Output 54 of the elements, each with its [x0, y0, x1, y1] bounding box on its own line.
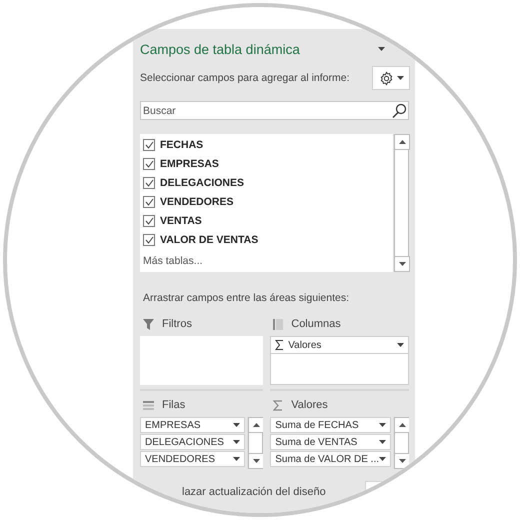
checkbox[interactable] [143, 158, 155, 170]
area-field-item[interactable]: Suma de VENTAS [270, 434, 391, 450]
field-label[interactable]: EMPRESAS [160, 158, 219, 170]
field-label[interactable]: DELEGACIONES [160, 176, 244, 188]
field-label[interactable]: VENDEDORES [160, 196, 234, 208]
scrollbar[interactable] [393, 134, 409, 272]
scroll-down-icon[interactable] [252, 459, 260, 463]
dropdown-caret-icon [397, 343, 404, 347]
search-icon [392, 103, 407, 118]
dropdown-caret-icon [233, 457, 240, 461]
scroll-up-icon[interactable] [252, 423, 260, 427]
panel-menu-caret-icon [378, 47, 385, 51]
area-field-item[interactable]: Suma de FECHAS [270, 417, 391, 433]
scrollbar[interactable] [247, 417, 264, 469]
scroll-up-icon[interactable] [398, 423, 406, 427]
area-field-item[interactable]: Suma de VALOR DE ... [270, 451, 391, 467]
checkbox[interactable] [143, 214, 155, 226]
settings-icon [378, 70, 394, 86]
settings-button[interactable] [372, 66, 410, 90]
area-field-item[interactable]: DELEGACIONES [140, 434, 246, 450]
dropdown-caret-icon [396, 76, 404, 80]
search-field[interactable]: Buscar [140, 101, 409, 120]
area-field-item[interactable]: Valores [271, 337, 408, 354]
rows-icon [143, 400, 154, 410]
area-title: Valores [291, 399, 328, 411]
dropdown-caret-icon [233, 423, 240, 427]
scroll-down-icon[interactable] [398, 459, 406, 463]
area-title: Filtros [162, 318, 192, 330]
scrollbar[interactable] [393, 417, 409, 469]
checkbox[interactable] [143, 196, 155, 208]
scroll-up-icon[interactable] [398, 140, 406, 144]
more-tables-link[interactable]: Más tablas... [143, 255, 203, 267]
drag-fields-label: Arrastrar campos entre las áreas siguientes: [143, 292, 350, 304]
funnel-icon [143, 318, 154, 330]
field-label[interactable]: VENTAS [160, 214, 202, 226]
scroll-down-icon[interactable] [398, 262, 406, 266]
area-title: Filas [162, 399, 186, 411]
defer-update-label: lazar actualización del diseño [182, 486, 326, 498]
area-title: Columnas [291, 318, 341, 330]
dropdown-caret-icon [379, 457, 386, 461]
field-label[interactable]: FECHAS [160, 138, 204, 150]
area-field-item[interactable]: VENDEDORES [140, 451, 246, 467]
choose-fields-label: Seleccionar campos para agregar al informe: [140, 72, 350, 84]
panel-title: Campos de tabla dinámica [140, 42, 300, 56]
dropdown-caret-icon [379, 423, 386, 427]
dropdown-caret-icon [233, 440, 240, 444]
checkbox[interactable] [143, 234, 155, 246]
area-field-item[interactable]: EMPRESAS [140, 417, 246, 433]
sigma-icon [273, 400, 284, 410]
checkbox[interactable] [143, 176, 155, 188]
checkbox[interactable] [143, 138, 155, 150]
columns-icon [273, 318, 284, 330]
field-label[interactable]: VALOR DE VENTAS [160, 234, 258, 246]
dropdown-caret-icon [379, 440, 386, 444]
